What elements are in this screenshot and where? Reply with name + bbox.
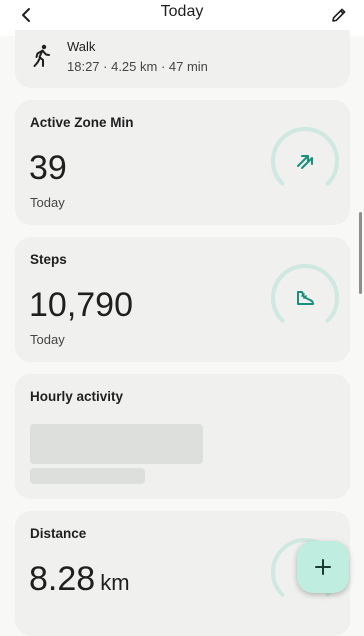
loading-placeholder (30, 468, 145, 484)
steps-progress-ring (271, 264, 339, 323)
steps-card[interactable]: Steps 10,790 Today (15, 237, 350, 362)
steps-period: Today (30, 332, 65, 347)
steps-value: 10,790 (29, 286, 133, 324)
distance-number: 8.28 (29, 560, 96, 598)
walking-person-icon (33, 44, 50, 67)
pencil-icon (332, 8, 346, 22)
add-button[interactable] (297, 541, 349, 593)
scrollbar[interactable] (359, 212, 362, 294)
walk-details: 18:27 · 4.25 km · 47 min (67, 59, 208, 74)
plus-icon (315, 559, 331, 575)
walk-title: Walk (67, 39, 96, 54)
distance-unit: km (100, 570, 130, 595)
loading-placeholder (30, 424, 203, 464)
card-title: Active Zone Min (30, 115, 134, 130)
shoe-icon (297, 291, 314, 305)
active-zone-arrows-icon (297, 155, 313, 169)
active-zone-period: Today (30, 195, 65, 210)
walk-activity-card[interactable]: Walk 18:27 · 4.25 km · 47 min (15, 30, 350, 88)
active-zone-minutes-card[interactable]: Active Zone Min 39 Today (15, 100, 350, 225)
active-zone-value: 39 (29, 149, 67, 187)
card-title: Distance (30, 526, 87, 541)
active-zone-progress-ring (271, 127, 339, 186)
page-title: Today (160, 3, 204, 20)
distance-value: 8.28 km (29, 560, 130, 599)
hourly-activity-card[interactable]: Hourly activity (15, 374, 350, 499)
card-title: Steps (30, 252, 67, 267)
card-title: Hourly activity (30, 389, 124, 404)
edit-button[interactable] (326, 2, 352, 28)
